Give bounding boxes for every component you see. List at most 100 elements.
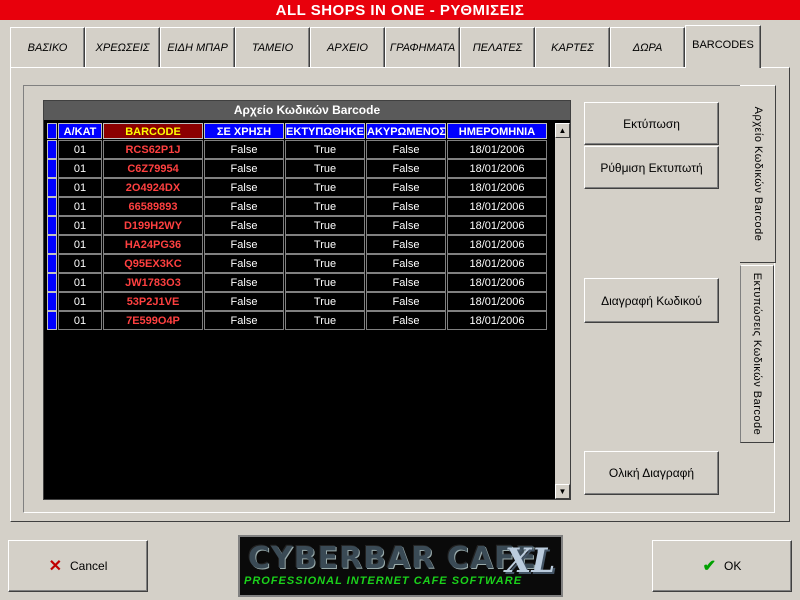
tab-cashier[interactable]: ΤΑΜΕΙΟ [235, 27, 310, 67]
table-cell[interactable]: False [204, 235, 284, 254]
table-cell[interactable]: 18/01/2006 [447, 273, 547, 292]
table-cell[interactable]: False [204, 273, 284, 292]
column-header-cancelled[interactable]: ΑΚΥΡΩΜΕΝΟΣ [366, 123, 446, 139]
table-cell[interactable]: 01 [58, 254, 102, 273]
table-cell[interactable]: RCS62P1J [103, 140, 203, 159]
table-cell[interactable]: 7E599O4P [103, 311, 203, 330]
table-cell[interactable]: 18/01/2006 [447, 140, 547, 159]
header-indicator [47, 123, 57, 139]
row-indicator[interactable] [47, 292, 57, 311]
table-cell[interactable]: C6Z79954 [103, 159, 203, 178]
scroll-up-icon[interactable]: ▲ [555, 123, 570, 138]
table-cell[interactable]: True [285, 235, 365, 254]
column-header-category[interactable]: Α/ΚΑΤ [58, 123, 102, 139]
table-cell[interactable]: False [366, 159, 446, 178]
table-cell[interactable]: False [366, 292, 446, 311]
table-cell[interactable]: False [204, 216, 284, 235]
tab-barcodes[interactable]: BARCODES [685, 25, 761, 68]
barcode-grid[interactable]: Αρχείο Κωδικών Barcode Α/ΚΑΤ BARCODE ΣΕ … [43, 100, 571, 500]
table-cell[interactable]: False [204, 140, 284, 159]
table-cell[interactable]: False [366, 311, 446, 330]
table-cell[interactable]: False [366, 235, 446, 254]
table-cell[interactable]: 18/01/2006 [447, 235, 547, 254]
table-cell[interactable]: False [204, 159, 284, 178]
table-cell[interactable]: 01 [58, 273, 102, 292]
side-tab-archive[interactable]: Αρχείο Κωδικών Barcode [740, 85, 776, 263]
table-cell[interactable]: False [366, 254, 446, 273]
tab-cards[interactable]: ΚΑΡΤΕΣ [535, 27, 610, 67]
tab-bar-items[interactable]: ΕΙΔΗ ΜΠΑΡ [160, 27, 235, 67]
column-header-in-use[interactable]: ΣΕ ΧΡΗΣΗ [204, 123, 284, 139]
table-cell[interactable]: 18/01/2006 [447, 311, 547, 330]
table-cell[interactable]: False [366, 197, 446, 216]
delete-all-button[interactable]: Ολική Διαγραφή [584, 451, 719, 495]
row-indicator[interactable] [47, 235, 57, 254]
table-cell[interactable]: 66589893 [103, 197, 203, 216]
scroll-down-icon[interactable]: ▼ [555, 484, 570, 499]
table-cell[interactable]: 01 [58, 178, 102, 197]
table-cell[interactable]: True [285, 178, 365, 197]
row-indicator[interactable] [47, 311, 57, 330]
table-cell[interactable]: 18/01/2006 [447, 254, 547, 273]
row-indicator[interactable] [47, 159, 57, 178]
table-cell[interactable]: 18/01/2006 [447, 216, 547, 235]
side-tab-print[interactable]: Εκτυπώσεις Κωδικών Barcode [740, 265, 774, 443]
table-cell[interactable]: True [285, 159, 365, 178]
table-cell[interactable]: 18/01/2006 [447, 197, 547, 216]
table-cell[interactable]: False [366, 178, 446, 197]
table-cell[interactable]: 53P2J1VE [103, 292, 203, 311]
tab-basic[interactable]: ΒΑΣΙΚΟ [10, 27, 85, 67]
table-cell[interactable]: Q95EX3KC [103, 254, 203, 273]
row-indicator[interactable] [47, 197, 57, 216]
tab-customers[interactable]: ΠΕΛΑΤΕΣ [460, 27, 535, 67]
table-cell[interactable]: JW1783O3 [103, 273, 203, 292]
table-cell[interactable]: HA24PG36 [103, 235, 203, 254]
table-cell[interactable]: False [366, 273, 446, 292]
tab-archive[interactable]: ΑΡΧΕΙΟ [310, 27, 385, 67]
column-header-barcode[interactable]: BARCODE [103, 123, 203, 139]
ok-button[interactable]: ✔ OK [652, 540, 792, 592]
row-indicator[interactable] [47, 216, 57, 235]
table-cell[interactable]: True [285, 311, 365, 330]
table-cell[interactable]: True [285, 140, 365, 159]
delete-code-button[interactable]: Διαγραφή Κωδικού [584, 278, 719, 323]
tab-charges[interactable]: ΧΡΕΩΣΕΙΣ [85, 27, 160, 67]
table-cell[interactable]: 01 [58, 140, 102, 159]
table-cell[interactable]: False [204, 197, 284, 216]
tab-gifts[interactable]: ΔΩΡΑ [610, 27, 685, 67]
print-button[interactable]: Εκτύπωση [584, 102, 719, 145]
printer-setup-button[interactable]: Ρύθμιση Εκτυπωτή [584, 146, 719, 189]
row-indicator[interactable] [47, 140, 57, 159]
table-cell[interactable]: 01 [58, 159, 102, 178]
table-cell[interactable]: False [204, 311, 284, 330]
table-cell[interactable]: False [366, 216, 446, 235]
grid-scrollbar[interactable]: ▲ ▼ [555, 123, 570, 499]
table-cell[interactable]: True [285, 216, 365, 235]
row-indicator[interactable] [47, 273, 57, 292]
table-cell[interactable]: False [204, 178, 284, 197]
column-header-printed[interactable]: ΕΚΤΥΠΩΘΗΚΕ [285, 123, 365, 139]
table-cell[interactable]: 01 [58, 311, 102, 330]
side-tab-print-label: Εκτυπώσεις Κωδικών Barcode [751, 272, 763, 436]
cancel-button[interactable]: ✕ Cancel [8, 540, 148, 592]
table-cell[interactable]: D199H2WY [103, 216, 203, 235]
table-cell[interactable]: 18/01/2006 [447, 178, 547, 197]
table-cell[interactable]: False [366, 140, 446, 159]
table-cell[interactable]: 18/01/2006 [447, 292, 547, 311]
row-indicator[interactable] [47, 254, 57, 273]
table-cell[interactable]: True [285, 197, 365, 216]
table-cell[interactable]: False [204, 292, 284, 311]
table-cell[interactable]: 01 [58, 235, 102, 254]
table-cell[interactable]: 18/01/2006 [447, 159, 547, 178]
column-header-date[interactable]: ΗΜΕΡΟΜΗΝΙΑ [447, 123, 547, 139]
table-cell[interactable]: True [285, 273, 365, 292]
table-cell[interactable]: True [285, 254, 365, 273]
table-cell[interactable]: True [285, 292, 365, 311]
table-cell[interactable]: 01 [58, 216, 102, 235]
table-cell[interactable]: 01 [58, 292, 102, 311]
tab-charts[interactable]: ΓΡΑΦΗΜΑΤΑ [385, 27, 460, 67]
table-cell[interactable]: 2O4924DX [103, 178, 203, 197]
table-cell[interactable]: 01 [58, 197, 102, 216]
table-cell[interactable]: False [204, 254, 284, 273]
row-indicator[interactable] [47, 178, 57, 197]
